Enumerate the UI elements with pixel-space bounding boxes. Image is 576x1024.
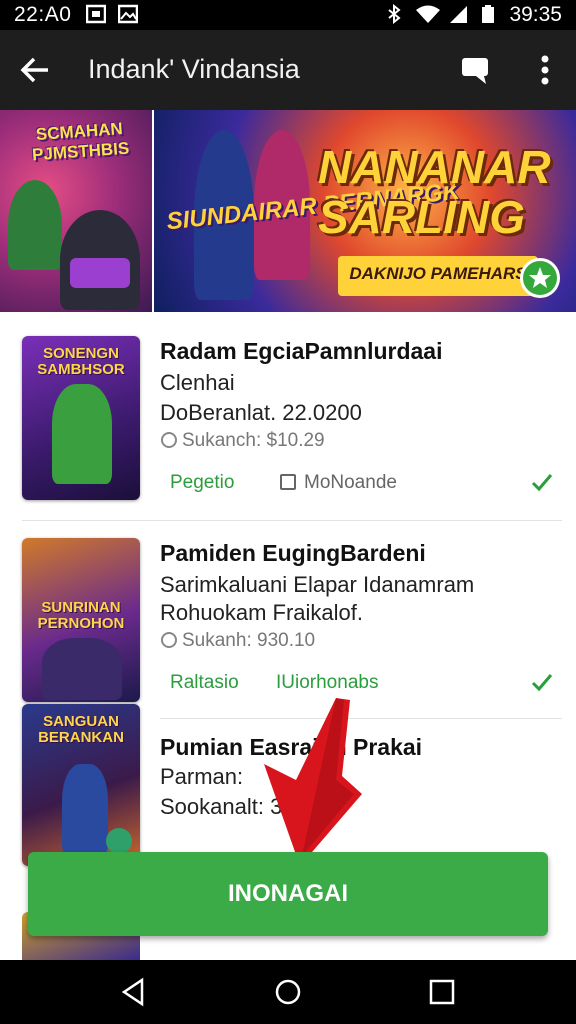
item-thumbnail: SUNRINAN PERNOHON (22, 538, 140, 702)
gallery-notification-icon (118, 4, 138, 24)
item-title: Pamiden EugingBardeni (160, 540, 426, 566)
image-notification-icon (86, 4, 106, 24)
item-option-label[interactable]: IUiorhonabs (276, 672, 378, 694)
item-option-label: MoNoande (304, 472, 397, 493)
promo-banner[interactable]: SCMAHAN PJMSTHBIS SIUNDAIRAR PERNARGK NA… (0, 110, 576, 312)
item-status-tag[interactable]: Raltasio (170, 672, 239, 694)
divider (22, 520, 562, 521)
banner-headline-line1: NANANAR (318, 141, 551, 193)
bluetooth-icon (388, 4, 401, 24)
banner-hero-figure (8, 180, 62, 270)
item-subtitle: Parman: (160, 764, 244, 789)
thumbnail-title: SANGUAN BERANKAN (38, 713, 124, 746)
item-price-text: Sukanch: $10.29 (182, 430, 325, 451)
banner-badge-icon (520, 258, 560, 298)
item-detail: DoBeranlat. 22.0200 (160, 400, 362, 425)
page-title: Indank' Vindansia (88, 54, 300, 84)
thumbnail-badge (106, 828, 132, 854)
item-price-text: Sukanh: 930.10 (182, 630, 316, 651)
price-tag-icon (161, 632, 177, 648)
thumbnail-character (52, 384, 112, 484)
checkbox-icon (280, 474, 296, 490)
thumbnail-character (42, 638, 122, 700)
banner-headline-line2: SARLING (318, 191, 525, 243)
nav-home-icon[interactable] (272, 976, 304, 1008)
banner-device-art (70, 258, 130, 288)
price-tag-icon (161, 432, 177, 448)
item-price: Sukanch: $10.29 (160, 430, 325, 452)
item-price: Sukanh: 930.10 (160, 630, 315, 652)
status-clock: 39:35 (509, 3, 562, 26)
wifi-icon (416, 5, 440, 23)
item-thumbnail: SONENGN SAMBHSOR (22, 336, 140, 500)
status-bar: 22:A0 39:35 (0, 0, 576, 30)
item-detail: Rohuokam Fraikalof. (160, 600, 363, 625)
back-arrow-icon[interactable] (18, 52, 54, 88)
item-title: Radam EgciaPamnlurdaai (160, 338, 443, 364)
checkmark-icon (531, 474, 553, 492)
item-status-tag[interactable]: Pegetio (170, 472, 234, 494)
divider (22, 912, 24, 913)
checkmark-icon (531, 674, 553, 692)
app-bar: Indank' Vindansia (0, 30, 576, 110)
list-item[interactable]: SONENGN SAMBHSOR Radam EgciaPamnlurdaai … (0, 312, 576, 520)
primary-action-button[interactable]: INONAGAI (28, 852, 548, 936)
chat-icon[interactable] (460, 54, 492, 86)
item-thumbnail: SANGUAN BERANKAN (22, 704, 140, 866)
banner-tagline: DAKNIJO PAMEHARS (338, 256, 538, 296)
item-subtitle: Sarimkaluani Elapar Idanamram (160, 572, 475, 597)
arrow-down-icon (264, 698, 362, 866)
thumbnail-character (62, 764, 108, 854)
item-option-checkbox[interactable]: MoNoande (280, 472, 397, 494)
navigation-bar (0, 960, 576, 1024)
status-time: 22:A0 (14, 3, 72, 26)
more-options-icon[interactable] (530, 52, 560, 88)
thumbnail-title: SONENGN SAMBHSOR (37, 345, 125, 378)
signal-icon (450, 6, 467, 23)
list-item[interactable]: SUNRINAN PERNOHON Pamiden EugingBardeni … (0, 522, 576, 718)
item-subtitle: Clenhai (160, 370, 235, 395)
nav-recents-icon[interactable] (426, 976, 458, 1008)
banner-headline: NANANAR SARLING (318, 142, 551, 242)
thumbnail-title: SUNRINAN PERNOHON (37, 599, 125, 632)
nav-back-icon[interactable] (118, 976, 150, 1008)
battery-icon (482, 5, 494, 23)
